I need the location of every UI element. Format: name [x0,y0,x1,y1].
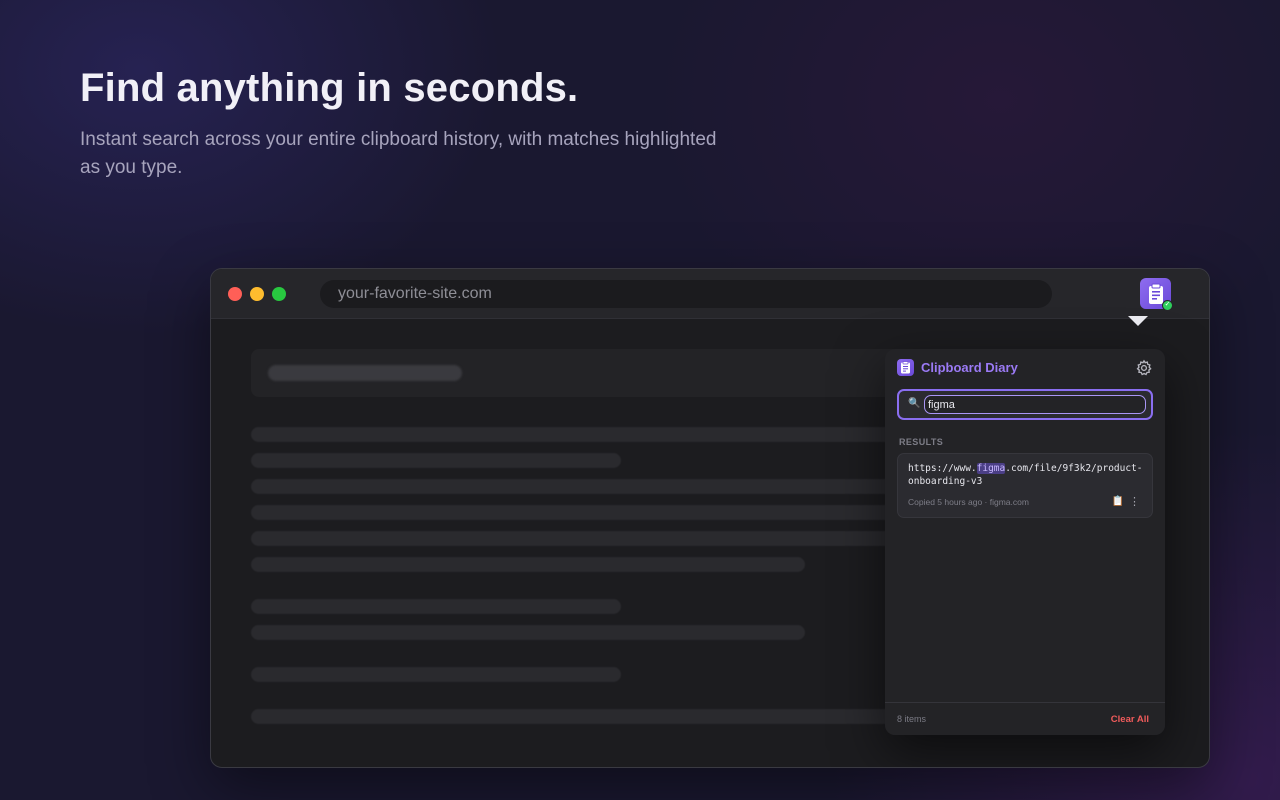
browser-window: your-favorite-site.com ✓ Clipboard Diary… [210,268,1210,768]
skeleton-line [251,709,911,724]
result-meta: Copied 5 hours ago · figma.com [908,497,1029,507]
more-vertical-icon[interactable]: ⋮ [1129,495,1140,508]
popup-header: Clipboard Diary [897,359,1153,379]
extension-popup: Clipboard Diary 🔍 RESULTS https://www.fi… [885,349,1165,735]
close-window-button[interactable] [228,287,242,301]
status-check-icon: ✓ [1162,300,1173,311]
results-label: RESULTS [899,437,944,447]
browser-titlebar: your-favorite-site.com ✓ [211,269,1209,326]
search-box: 🔍 [897,389,1153,420]
skeleton-line [251,557,805,572]
address-bar[interactable]: your-favorite-site.com [320,280,1052,308]
hero-title: Find anything in seconds. [80,66,579,110]
search-match-highlight: figma [976,463,1006,474]
clear-all-button[interactable]: Clear All [1111,714,1149,725]
magnifier-icon: 🔍 [908,398,921,409]
page-content: Clipboard Diary 🔍 RESULTS https://www.fi… [211,319,1209,767]
hero: Find anything in seconds. Instant search… [80,64,740,182]
skeleton-line [251,531,911,546]
skeleton-line [251,427,911,442]
gear-icon[interactable] [1135,359,1153,377]
result-text: https://www.figma.com/file/9f3k2/product… [908,463,1143,487]
skeleton-header-card [251,349,931,397]
skeleton-line [251,625,805,640]
extension-button[interactable]: ✓ [1140,278,1173,311]
search-input[interactable] [924,395,1146,414]
maximize-window-button[interactable] [272,287,286,301]
skeleton-line [251,667,621,682]
skeleton-line [251,479,911,494]
app-name: Clipboard Diary [921,360,1018,375]
hero-subtitle: Instant search across your entire clipbo… [80,129,717,178]
clipboard-copy-icon[interactable]: 📋 [1112,496,1124,507]
popup-footer: 8 items Clear All [885,702,1165,735]
clipboard-icon [1148,283,1163,304]
skeleton-line [251,599,621,614]
skeleton-line [251,505,911,520]
item-count: 8 items [897,714,927,724]
minimize-window-button[interactable] [250,287,264,301]
skeleton-line [251,453,621,468]
app-logo-icon [897,359,914,376]
result-item[interactable]: https://www.figma.com/file/9f3k2/product… [897,453,1153,518]
